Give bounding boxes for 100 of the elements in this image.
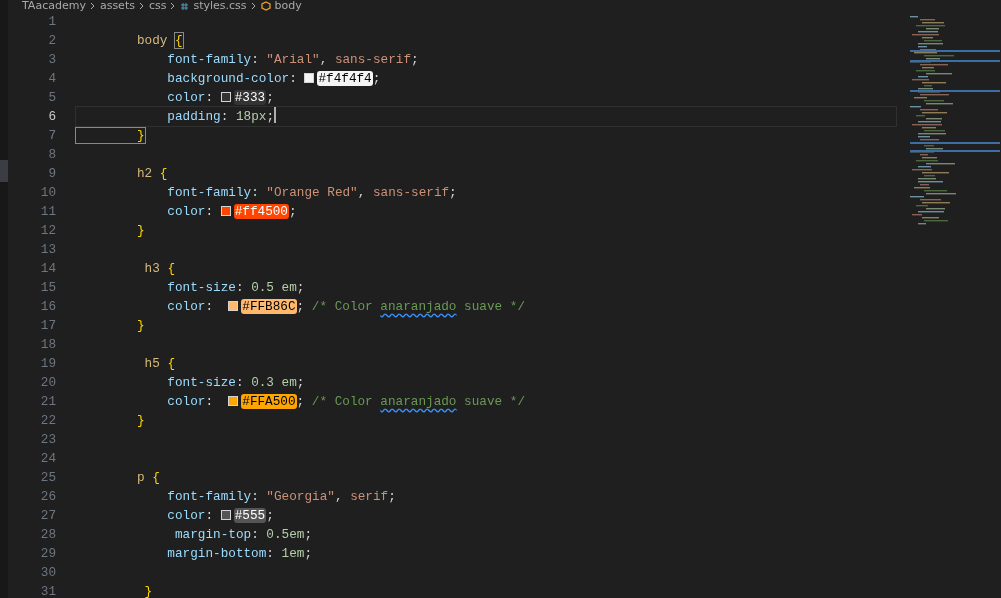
- breadcrumb-item[interactable]: TAacademy: [22, 0, 86, 12]
- code-token: body: [135, 33, 169, 48]
- code-token: 0.3 em: [251, 375, 297, 390]
- line-number: 29: [39, 545, 57, 563]
- color-value: #FFB86C: [241, 299, 297, 314]
- code-token: 0.5 em: [251, 280, 297, 295]
- code-token: 1em: [281, 546, 305, 561]
- code-token: :: [289, 71, 298, 86]
- code-token: ;: [449, 185, 457, 200]
- code-token: ,: [334, 489, 344, 504]
- line-number: 5: [47, 89, 57, 107]
- code-token: color: [166, 204, 206, 219]
- code-token: font-family: [166, 52, 252, 67]
- code-token: :: [251, 185, 260, 200]
- code-token: :: [251, 52, 260, 67]
- code-token: ,: [357, 185, 367, 200]
- line-number: 27: [39, 507, 57, 525]
- code-token: :: [251, 527, 260, 542]
- scroll-marker: [0, 160, 8, 182]
- code-token: ;: [388, 489, 396, 504]
- code-token: font-size: [166, 375, 236, 390]
- line-number: 12: [39, 222, 57, 240]
- code-token: color: [166, 508, 206, 523]
- code-token: :: [266, 546, 275, 561]
- chevron-icon: [170, 2, 177, 10]
- line-number: 17: [39, 317, 57, 335]
- code-token: }: [135, 318, 145, 333]
- breadcrumb-item[interactable]: css: [148, 0, 167, 12]
- breadcrumb-item[interactable]: body: [274, 0, 302, 12]
- code-token: ;: [266, 508, 274, 523]
- color-swatch[interactable]: [220, 510, 231, 520]
- code-token: {: [167, 261, 175, 276]
- chevron-icon: [250, 2, 257, 10]
- line-number: 23: [39, 431, 57, 449]
- color-swatch[interactable]: [228, 396, 239, 406]
- cube-icon: [260, 1, 271, 11]
- code-token: {: [175, 33, 183, 48]
- code-token: "Orange Red": [266, 185, 358, 200]
- line-number: 9: [47, 165, 57, 183]
- code-token: color: [166, 394, 206, 409]
- code-token: {: [167, 356, 175, 371]
- code-token: ;: [296, 299, 306, 314]
- code-token: :: [235, 280, 245, 295]
- line-number: 22: [39, 412, 57, 430]
- code-token: font-size: [166, 280, 236, 295]
- color-value: #FFA500: [241, 394, 297, 409]
- code-token: :: [251, 489, 260, 504]
- code-token: }: [135, 223, 145, 238]
- line-number: 19: [39, 355, 57, 373]
- code-token: margin-top: [173, 527, 252, 542]
- line-number: 14: [39, 260, 57, 278]
- breadcrumb-item[interactable]: styles.css: [193, 0, 247, 12]
- color-swatch[interactable]: [304, 73, 315, 83]
- line-number: 10: [39, 184, 57, 202]
- line-number: 26: [39, 488, 57, 506]
- code-token: :: [205, 299, 215, 314]
- code-token: suave */: [463, 394, 525, 409]
- line-number: 8: [47, 146, 57, 164]
- color-swatch[interactable]: [220, 92, 231, 102]
- line-number: 4: [47, 70, 57, 88]
- color-swatch[interactable]: [228, 301, 239, 311]
- code-token: /* Color: [311, 394, 374, 409]
- line-number: 25: [39, 469, 57, 487]
- code-token: anaranjado: [380, 299, 457, 314]
- text-cursor: [274, 107, 276, 123]
- breadcrumb-item[interactable]: assets: [99, 0, 135, 12]
- code-token: "Georgia": [266, 489, 335, 504]
- code-token: "Arial": [266, 52, 320, 67]
- code-token: {: [159, 166, 168, 181]
- code-token: ;: [288, 204, 297, 219]
- code-token: font-family: [166, 489, 252, 504]
- code-token: ;: [411, 52, 419, 67]
- line-number: 1: [47, 13, 57, 31]
- line-number: 24: [39, 450, 57, 468]
- code-token: ;: [372, 71, 381, 86]
- code-token: ;: [304, 546, 313, 561]
- code-token: :: [205, 90, 215, 105]
- code-token: :: [205, 508, 215, 523]
- chevron-icon: [138, 2, 145, 10]
- code-token: /* Color: [311, 299, 374, 314]
- code-token: }: [135, 413, 145, 428]
- line-number: 11: [39, 203, 57, 221]
- code-token: background-color: [166, 71, 290, 86]
- line-number: 2: [47, 32, 57, 50]
- line-number: 28: [39, 526, 57, 544]
- code-token: {: [152, 470, 160, 485]
- color-swatch[interactable]: [220, 206, 231, 216]
- code-token: p: [135, 470, 146, 485]
- code-token: ;: [266, 109, 274, 124]
- code-token: :: [205, 394, 215, 409]
- code-token: :: [220, 109, 230, 124]
- code-token: 18px: [235, 109, 267, 124]
- line-number: 13: [39, 241, 57, 259]
- code-token: }: [76, 128, 145, 143]
- code-token: color: [166, 90, 206, 105]
- code-token: font-family: [166, 185, 252, 200]
- code-token: margin-bottom: [166, 546, 267, 561]
- code-token: padding: [166, 109, 221, 124]
- code-token: ;: [266, 90, 274, 105]
- code-token: :: [235, 375, 245, 390]
